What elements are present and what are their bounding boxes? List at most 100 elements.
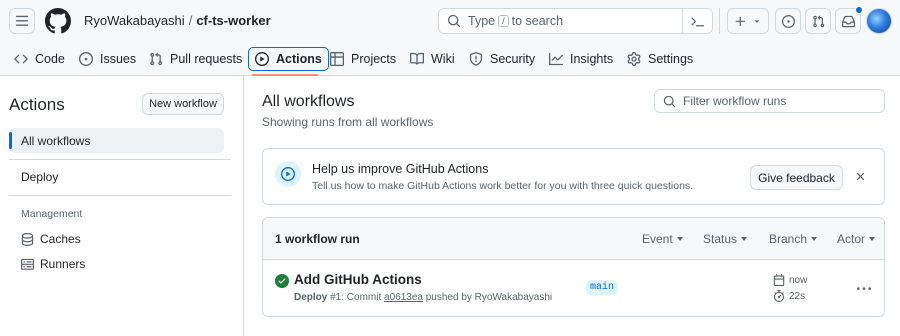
gear-icon <box>627 52 641 66</box>
issue-opened-icon <box>79 52 93 66</box>
command-palette-button[interactable] <box>682 8 712 34</box>
plus-icon <box>735 16 745 26</box>
filter-label: Event <box>642 232 673 246</box>
repo-tabs: Code Issues Pull requests Actions Projec… <box>0 42 900 76</box>
sidebar-item-all-workflows[interactable]: All workflows <box>9 128 224 153</box>
hamburger-icon <box>15 15 29 26</box>
run-started-time: now <box>773 274 807 286</box>
run-pushed-by: pushed by RyoWakabayashi <box>425 292 553 303</box>
issue-opened-icon <box>781 14 795 28</box>
repo-link[interactable]: cf-ts-worker <box>196 13 270 28</box>
check-circle-fill-icon <box>275 274 289 288</box>
run-time-value: now <box>789 274 808 286</box>
run-workflow-name: Deploy <box>294 292 328 303</box>
inbox-icon <box>841 15 855 27</box>
page-subtitle: Showing runs from all workflows <box>262 115 434 129</box>
banner-icon-circle <box>275 161 301 187</box>
tab-pull-requests[interactable]: Pull requests <box>149 47 242 71</box>
avatar[interactable] <box>866 8 892 34</box>
workflow-runs-header: 1 workflow run Event Status Branch Actor <box>263 218 884 260</box>
table-icon <box>330 52 344 66</box>
sidebar-item-deploy[interactable]: Deploy <box>21 170 58 184</box>
shield-icon <box>469 52 483 66</box>
feedback-banner: Help us improve GitHub Actions Tell us h… <box>262 148 885 205</box>
run-duration: 22s <box>773 290 805 302</box>
tab-label: Issues <box>100 52 137 66</box>
kebab-horizontal-icon <box>857 287 871 290</box>
terminal-icon <box>691 16 704 26</box>
create-new-button[interactable] <box>727 8 769 34</box>
tab-label: Wiki <box>431 52 455 66</box>
branch-filter[interactable]: Branch <box>769 232 818 246</box>
filter-label: Branch <box>769 232 808 246</box>
database-icon <box>21 232 34 246</box>
search-placeholder-prefix: Type <box>468 14 496 28</box>
menu-button[interactable] <box>9 8 35 34</box>
search-icon <box>663 95 676 107</box>
github-logo-icon[interactable] <box>45 8 71 34</box>
actions-sidebar: Actions New workflow All workflows Deplo… <box>0 76 244 336</box>
status-filter[interactable]: Status <box>703 232 748 246</box>
sidebar-divider <box>9 195 231 196</box>
caret-down-icon <box>741 237 748 241</box>
notification-dot <box>855 6 863 14</box>
run-title[interactable]: Add GitHub Actions <box>294 272 422 287</box>
tab-settings[interactable]: Settings <box>627 47 693 71</box>
caret-down-icon <box>869 237 876 241</box>
banner-text: Tell us how to make GitHub Actions work … <box>312 180 694 192</box>
close-icon <box>856 172 865 181</box>
header-divider <box>719 8 720 34</box>
tab-label: Security <box>490 52 536 66</box>
breadcrumb-separator: / <box>188 13 193 28</box>
code-icon <box>14 54 28 64</box>
banner-title: Help us improve GitHub Actions <box>312 162 489 176</box>
search-shortcut-key: / <box>498 15 509 27</box>
tab-actions[interactable]: Actions <box>248 47 329 71</box>
search-input[interactable]: Type / to search <box>438 8 713 34</box>
global-header: RyoWakabayashi / cf-ts-worker Type / to se… <box>0 0 900 42</box>
calendar-icon <box>773 274 785 286</box>
run-options-button[interactable] <box>857 282 871 296</box>
stopwatch-icon <box>773 290 785 302</box>
actor-filter[interactable]: Actor <box>837 232 876 246</box>
run-number: #1: Commit <box>330 292 382 303</box>
commit-link[interactable]: a0613ea <box>384 292 423 303</box>
notifications-button[interactable] <box>835 6 863 34</box>
dismiss-banner-button[interactable] <box>854 170 867 183</box>
tab-label: Pull requests <box>170 52 243 66</box>
workflow-run-count: 1 workflow run <box>275 232 360 246</box>
sidebar-item-label: Caches <box>40 232 81 246</box>
tab-label: Settings <box>648 52 694 66</box>
tab-insights[interactable]: Insights <box>549 47 613 71</box>
tab-wiki[interactable]: Wiki <box>410 47 455 71</box>
caret-down-icon <box>811 237 818 241</box>
pull-requests-button[interactable] <box>805 8 831 34</box>
run-meta: Deploy #1: Commit a0613ea pushed by RyoW… <box>294 292 552 303</box>
tab-security[interactable]: Security <box>469 47 535 71</box>
filter-label: Status <box>703 232 738 246</box>
search-placeholder-suffix: to search <box>511 14 564 28</box>
server-icon <box>21 258 34 270</box>
tab-label: Code <box>35 52 65 66</box>
issues-button[interactable] <box>775 8 801 34</box>
tab-label: Actions <box>276 52 322 66</box>
tab-projects[interactable]: Projects <box>330 47 396 71</box>
give-feedback-button[interactable]: Give feedback <box>750 165 843 190</box>
git-pull-request-icon <box>812 14 824 27</box>
sidebar-item-label: Runners <box>40 257 86 271</box>
tab-code[interactable]: Code <box>14 47 65 71</box>
caret-down-icon <box>754 20 760 23</box>
filter-workflow-runs-input[interactable]: Filter workflow runs <box>654 89 885 113</box>
event-filter[interactable]: Event <box>642 232 683 246</box>
owner-link[interactable]: RyoWakabayashi <box>84 13 185 28</box>
new-workflow-button[interactable]: New workflow <box>142 93 224 115</box>
sidebar-item-caches[interactable]: Caches <box>21 232 81 246</box>
tab-label: Insights <box>570 52 614 66</box>
tab-issues[interactable]: Issues <box>79 47 136 71</box>
sidebar-title: Actions <box>9 95 65 114</box>
sidebar-item-runners[interactable]: Runners <box>21 257 85 271</box>
breadcrumb: RyoWakabayashi / cf-ts-worker <box>84 13 271 28</box>
branch-label[interactable]: main <box>586 280 619 295</box>
play-icon <box>255 52 269 66</box>
book-icon <box>410 52 424 65</box>
